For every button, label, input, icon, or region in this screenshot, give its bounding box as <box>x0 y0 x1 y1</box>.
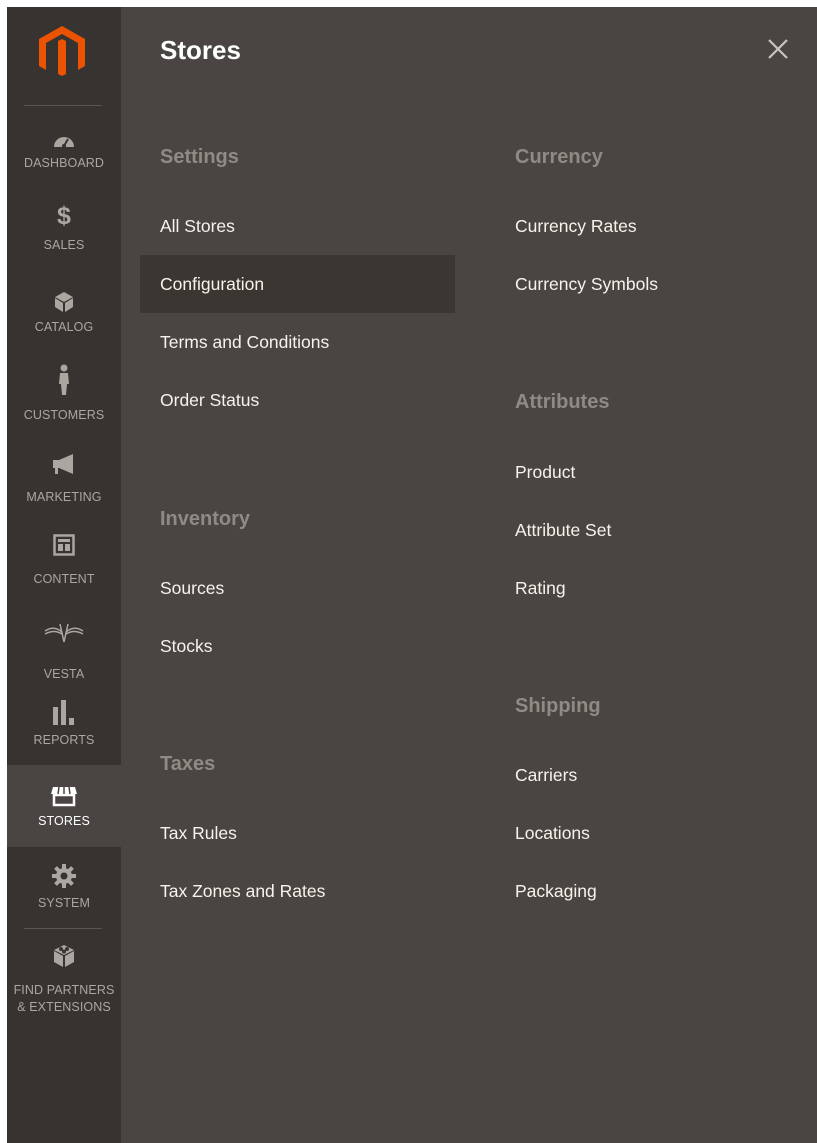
nav-item-vesta[interactable]: VESTA <box>7 611 121 693</box>
sidebar: DASHBOARD $ SALES CATALOG CUSTOMERS MARK… <box>7 7 121 1143</box>
layout-icon <box>7 532 121 558</box>
storefront-icon <box>7 783 121 809</box>
nav-item-find-partners[interactable]: FIND PARTNERS & EXTENSIONS <box>7 935 121 1015</box>
menu-link-all-stores[interactable]: All Stores <box>140 197 455 255</box>
menu-link-locations[interactable]: Locations <box>495 804 795 862</box>
logo-divider <box>24 105 102 106</box>
nav-item-catalog[interactable]: CATALOG <box>7 283 121 365</box>
group-title-currency: Currency <box>515 146 603 168</box>
menu-link-carriers[interactable]: Carriers <box>495 746 795 804</box>
menu-link-attribute-set[interactable]: Attribute Set <box>495 501 795 559</box>
close-icon[interactable] <box>762 33 794 65</box>
group-title-inventory: Inventory <box>160 508 251 530</box>
menu-link-product[interactable]: Product <box>495 443 795 501</box>
gear-icon <box>7 863 121 889</box>
nav-item-content[interactable]: CONTENT <box>7 529 121 611</box>
admin-frame: DASHBOARD $ SALES CATALOG CUSTOMERS MARK… <box>7 7 817 1143</box>
menu-link-stocks[interactable]: Stocks <box>140 617 455 675</box>
group-title-taxes: Taxes <box>160 753 216 775</box>
nav-item-marketing[interactable]: MARKETING <box>7 447 121 529</box>
nav-item-sales[interactable]: $ SALES <box>7 201 121 283</box>
nav-item-system[interactable]: SYSTEM <box>7 847 121 929</box>
nav-label-find-partners: FIND PARTNERS <box>13 983 115 997</box>
person-icon <box>7 363 121 397</box>
sidebar-divider <box>24 928 102 929</box>
stores-menu-panel: Stores Settings All Stores Configuration… <box>121 7 817 1143</box>
nav-item-stores[interactable]: STORES <box>7 765 121 847</box>
megaphone-icon <box>7 451 121 477</box>
vesta-wings-icon <box>7 619 121 645</box>
nav-label-sales: SALES <box>43 238 85 252</box>
nav-item-reports[interactable]: REPORTS <box>7 693 121 775</box>
menu-link-rating[interactable]: Rating <box>495 559 795 617</box>
nav-label-marketing: MARKETING <box>26 490 102 504</box>
nav-label-reports: REPORTS <box>33 733 95 747</box>
magento-logo[interactable] <box>37 24 87 78</box>
dollar-icon: $ <box>57 201 71 230</box>
nav-label-system: SYSTEM <box>38 896 90 910</box>
menu-link-order-status[interactable]: Order Status <box>140 371 455 429</box>
menu-link-currency-rates[interactable]: Currency Rates <box>495 197 795 255</box>
panel-title: Stores <box>160 35 241 65</box>
nav-label-customers: CUSTOMERS <box>23 408 105 422</box>
nav-label-vesta: VESTA <box>43 667 85 681</box>
menu-link-tax-rules[interactable]: Tax Rules <box>140 804 455 862</box>
nav-label-extensions: & EXTENSIONS <box>17 1000 111 1014</box>
nav-item-dashboard[interactable]: DASHBOARD <box>7 119 121 201</box>
nav-item-customers[interactable]: CUSTOMERS <box>7 363 121 447</box>
group-title-attributes: Attributes <box>515 391 610 413</box>
menu-link-tax-zones-and-rates[interactable]: Tax Zones and Rates <box>140 862 455 920</box>
menu-link-sources[interactable]: Sources <box>140 559 455 617</box>
group-title-shipping: Shipping <box>515 695 601 717</box>
menu-link-currency-symbols[interactable]: Currency Symbols <box>495 255 795 313</box>
menu-link-packaging[interactable]: Packaging <box>495 862 795 920</box>
nav-label-content: CONTENT <box>33 572 95 586</box>
cube-icon <box>7 289 121 315</box>
bricks-icon <box>7 943 121 969</box>
menu-link-terms-and-conditions[interactable]: Terms and Conditions <box>140 313 455 371</box>
bar-chart-icon <box>7 699 121 725</box>
nav-label-catalog: CATALOG <box>34 320 94 334</box>
nav-label-stores: STORES <box>38 814 90 828</box>
menu-link-configuration[interactable]: Configuration <box>140 255 455 313</box>
nav-label-dashboard: DASHBOARD <box>23 156 105 170</box>
dashboard-icon <box>7 127 121 153</box>
group-title-settings: Settings <box>160 146 239 168</box>
